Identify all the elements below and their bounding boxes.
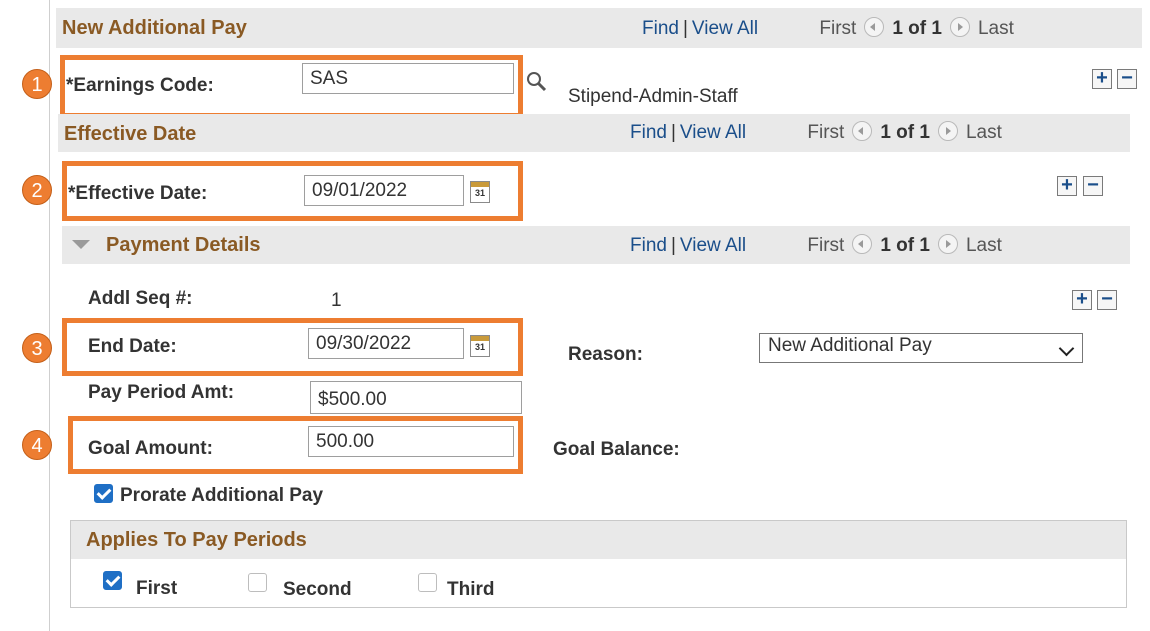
end-date-label: End Date: bbox=[88, 336, 177, 357]
goal-balance-label: Goal Balance: bbox=[553, 439, 680, 460]
nav-separator: | bbox=[682, 18, 688, 39]
last-link[interactable]: Last bbox=[978, 18, 1014, 39]
row-count: 1 of 1 bbox=[880, 122, 930, 143]
nav-separator: | bbox=[670, 235, 676, 256]
callout-badge-3: 3 bbox=[22, 333, 52, 363]
effective-date-input[interactable] bbox=[304, 175, 464, 206]
prorate-label[interactable]: Prorate Additional Pay bbox=[120, 485, 323, 507]
reason-select[interactable]: New Additional Pay bbox=[759, 333, 1083, 363]
applies-title: Applies To Pay Periods bbox=[86, 529, 307, 551]
earnings-code-label: *Earnings Code: bbox=[66, 75, 214, 96]
row-count: 1 of 1 bbox=[880, 235, 930, 256]
addl-seq-label: Addl Seq #: bbox=[88, 288, 193, 309]
effective-date-label: *Effective Date: bbox=[68, 183, 208, 204]
addl-seq-value: 1 bbox=[331, 290, 342, 311]
first-link[interactable]: First bbox=[807, 122, 844, 143]
find-link[interactable]: Find bbox=[642, 18, 679, 39]
section-title-payment-details[interactable]: Payment Details bbox=[106, 234, 261, 257]
first-period-checkbox[interactable] bbox=[103, 571, 122, 590]
find-link[interactable]: Find bbox=[630, 122, 667, 143]
calendar-day-text: 31 bbox=[474, 342, 485, 352]
nav-bar-payment-details: Find | View All First 1 of 1 Last bbox=[630, 234, 1002, 257]
last-link[interactable]: Last bbox=[966, 122, 1002, 143]
second-period-checkbox[interactable] bbox=[248, 573, 267, 592]
row-count: 1 of 1 bbox=[892, 18, 942, 39]
view-all-link[interactable]: View All bbox=[680, 122, 746, 143]
pay-period-amt-label: Pay Period Amt: bbox=[88, 382, 235, 403]
collapse-triangle-icon[interactable] bbox=[72, 240, 90, 249]
first-link[interactable]: First bbox=[819, 18, 856, 39]
end-date-input[interactable] bbox=[308, 328, 464, 359]
chevron-down-icon bbox=[1058, 340, 1075, 357]
first-period-label[interactable]: First bbox=[136, 578, 177, 600]
remove-row-icon[interactable]: − bbox=[1097, 289, 1117, 310]
earnings-code-input[interactable] bbox=[302, 63, 514, 94]
callout-badge-1: 1 bbox=[22, 69, 52, 99]
calendar-icon[interactable]: 31 bbox=[470, 181, 490, 203]
pay-period-amt-input[interactable] bbox=[310, 381, 522, 414]
first-link[interactable]: First bbox=[807, 235, 844, 256]
reason-selected-value: New Additional Pay bbox=[768, 335, 932, 356]
find-link[interactable]: Find bbox=[630, 235, 667, 256]
previous-icon[interactable] bbox=[852, 234, 873, 254]
next-icon[interactable] bbox=[949, 17, 970, 37]
second-period-label[interactable]: Second bbox=[283, 579, 352, 601]
calendar-day-text: 31 bbox=[474, 188, 485, 198]
next-icon[interactable] bbox=[937, 234, 958, 254]
earnings-code-description: Stipend-Admin-Staff bbox=[568, 86, 738, 107]
nav-bar-effective-date: Find | View All First 1 of 1 Last bbox=[630, 121, 1002, 144]
add-row-icon[interactable]: + bbox=[1072, 289, 1092, 310]
view-all-link[interactable]: View All bbox=[680, 235, 746, 256]
left-border-line bbox=[49, 0, 50, 631]
add-row-icon[interactable]: + bbox=[1057, 175, 1077, 196]
callout-badge-2: 2 bbox=[22, 175, 52, 205]
view-all-link[interactable]: View All bbox=[692, 18, 758, 39]
goal-amount-input[interactable] bbox=[308, 426, 514, 457]
prorate-checkbox[interactable] bbox=[94, 484, 113, 503]
reason-label: Reason: bbox=[568, 344, 643, 365]
third-period-checkbox[interactable] bbox=[418, 573, 437, 592]
remove-row-icon[interactable]: − bbox=[1117, 68, 1137, 89]
remove-row-icon[interactable]: − bbox=[1083, 175, 1103, 196]
goal-amount-label: Goal Amount: bbox=[88, 438, 213, 459]
add-row-icon[interactable]: + bbox=[1092, 68, 1112, 89]
third-period-label[interactable]: Third bbox=[447, 579, 495, 601]
nav-separator: | bbox=[670, 122, 676, 143]
nav-bar-new-additional-pay: Find | View All First 1 of 1 Last bbox=[642, 17, 1014, 40]
next-icon[interactable] bbox=[937, 121, 958, 141]
lookup-icon[interactable] bbox=[525, 70, 547, 92]
section-title-new-additional-pay: New Additional Pay bbox=[62, 17, 247, 39]
previous-icon[interactable] bbox=[864, 17, 885, 37]
callout-badge-4: 4 bbox=[22, 430, 52, 460]
calendar-icon[interactable]: 31 bbox=[470, 335, 490, 357]
previous-icon[interactable] bbox=[852, 121, 873, 141]
section-title-effective-date: Effective Date bbox=[64, 123, 197, 145]
last-link[interactable]: Last bbox=[966, 235, 1002, 256]
